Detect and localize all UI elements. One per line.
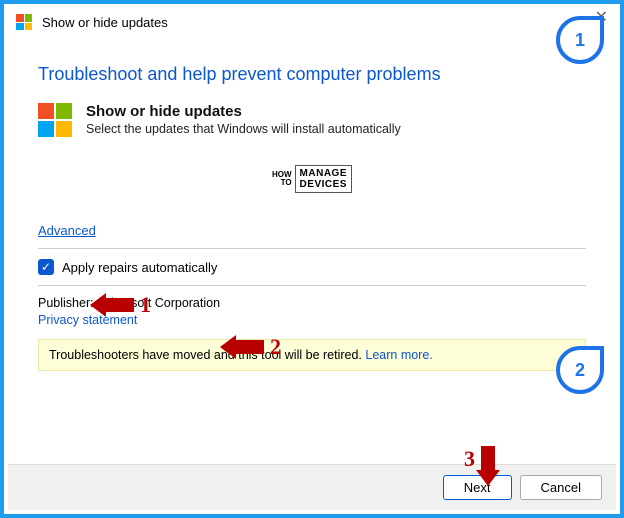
apply-repairs-label: Apply repairs automatically	[62, 260, 217, 275]
watermark: HOW TO MANAGE DEVICES	[38, 165, 586, 193]
windows-logo-icon	[16, 14, 32, 30]
footer-bar: Next Cancel	[8, 464, 616, 510]
cancel-button[interactable]: Cancel	[520, 475, 602, 500]
annotation-bubble-1: 1	[556, 16, 604, 64]
annotation-arrow-3: 3	[464, 446, 495, 472]
window-frame: ✕ 1 2 Show or hide updates Troubleshoot …	[0, 0, 624, 518]
content-area: Troubleshoot and help prevent computer p…	[4, 32, 620, 371]
apply-repairs-checkbox[interactable]: ✓	[38, 259, 54, 275]
divider	[38, 248, 586, 249]
retirement-notice: Troubleshooters have moved and this tool…	[38, 339, 586, 371]
publisher-label: Publisher:	[38, 296, 94, 310]
section-subtitle: Select the updates that Windows will ins…	[86, 122, 401, 136]
notice-text: Troubleshooters have moved and this tool…	[49, 348, 365, 362]
title-bar: Show or hide updates	[4, 4, 620, 32]
section-title: Show or hide updates	[86, 103, 401, 120]
divider	[38, 285, 586, 286]
annotation-arrow-1: 1	[106, 292, 151, 318]
windows-logo-icon	[38, 103, 72, 137]
troubleshooter-header: Show or hide updates Select the updates …	[38, 103, 586, 137]
annotation-bubble-2: 2	[556, 346, 604, 394]
page-heading: Troubleshoot and help prevent computer p…	[38, 64, 586, 85]
learn-more-link[interactable]: Learn more.	[365, 348, 432, 362]
annotation-arrow-2: 2	[236, 334, 281, 360]
advanced-link[interactable]: Advanced	[38, 223, 96, 238]
window-title: Show or hide updates	[42, 15, 168, 30]
